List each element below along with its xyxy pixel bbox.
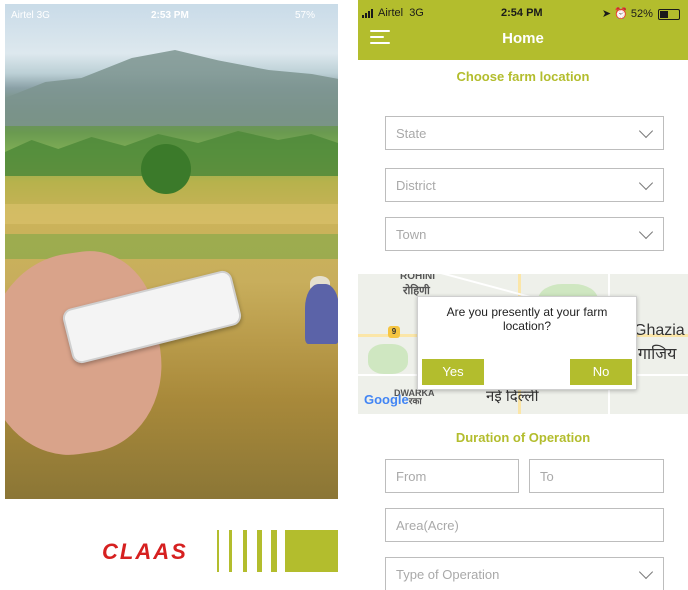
chevron-down-icon — [638, 123, 654, 139]
claas-logo: CLAAS — [102, 539, 188, 564]
town-select[interactable]: Town — [385, 217, 664, 251]
map-park — [368, 344, 408, 374]
status-indicators: ➤ ⏰ 52% — [602, 7, 680, 20]
chevron-down-icon — [638, 224, 654, 240]
map-label-rohini: ROHINI — [400, 274, 435, 282]
splash-screen: Airtel 3G 2:53 PM 57% CLAAS — [5, 4, 338, 590]
to-date-field[interactable]: To — [529, 459, 664, 493]
map-view[interactable]: ROHINI रोहिणी 9 Ghazia गाजिय DWARKA नई द… — [358, 274, 688, 414]
alarm-icon: ⏰ — [614, 8, 628, 20]
field-band — [5, 204, 338, 224]
battery-percent: 52% — [630, 8, 653, 20]
status-bar: Airtel 3G 2:53 PM 57% — [5, 4, 338, 26]
carrier-label: Airtel 3G — [362, 7, 424, 19]
mountain-shape — [5, 50, 338, 126]
status-bar: Airtel 3G 2:54 PM ➤ ⏰ 52% — [358, 7, 688, 21]
tree-shape — [141, 144, 191, 194]
carrier-label: Airtel 3G — [11, 10, 50, 21]
signal-icon — [362, 8, 376, 18]
no-button[interactable]: No — [570, 359, 632, 385]
district-select[interactable]: District — [385, 168, 664, 202]
highway-shield: 9 — [388, 326, 400, 338]
chevron-down-icon — [638, 175, 654, 191]
from-date-field[interactable]: From — [385, 459, 519, 493]
duration-heading: Duration of Operation — [455, 430, 591, 445]
clock: 2:54 PM — [501, 7, 543, 19]
battery-icon — [658, 8, 680, 20]
farm-location-heading: Choose farm location — [456, 69, 590, 84]
home-screen: Airtel 3G 2:54 PM ➤ ⏰ 52% Home Choose fa… — [358, 0, 688, 590]
yes-button[interactable]: Yes — [422, 359, 484, 385]
chevron-down-icon — [638, 564, 654, 580]
battery-label: 57% — [295, 10, 316, 21]
operation-type-select[interactable]: Type of Operation — [385, 557, 664, 590]
farmer-figure — [305, 284, 338, 344]
app-header: Airtel 3G 2:54 PM ➤ ⏰ 52% Home — [358, 0, 688, 60]
location-arrow-icon: ➤ — [601, 8, 612, 20]
location-confirm-dialog: Are you presently at your farm location?… — [417, 296, 637, 390]
map-label-ghaziabad: Ghazia — [634, 322, 685, 339]
map-label-ghaziabad-hindi: गाजिय — [638, 346, 677, 363]
google-logo: Googleरका — [364, 392, 422, 407]
page-title: Home — [502, 30, 544, 47]
area-field[interactable]: Area(Acre) — [385, 508, 664, 542]
dialog-question: Are you presently at your farm location? — [446, 305, 608, 333]
logo-stripes — [217, 530, 338, 572]
farm-field-photo — [5, 4, 338, 499]
clock: 2:53 PM — [151, 10, 189, 21]
state-select[interactable]: State — [385, 116, 664, 150]
